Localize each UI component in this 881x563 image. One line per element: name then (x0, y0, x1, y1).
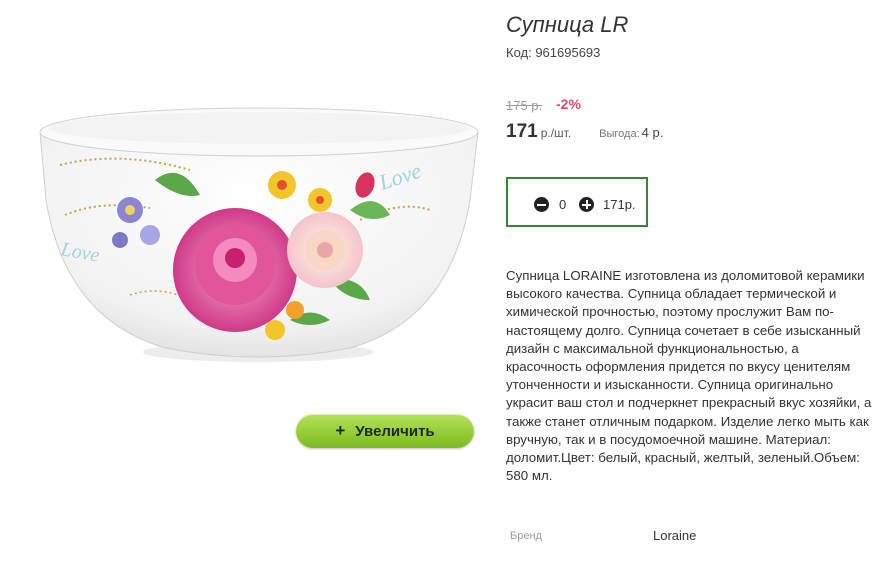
product-code: Код: 961695693 (506, 45, 601, 60)
current-price: 171 (506, 121, 538, 142)
savings-label: Выгода: (599, 128, 640, 140)
brand-label: Бренд (510, 530, 542, 542)
product-title: Супница LR (506, 12, 629, 37)
discount-badge: -2% (556, 96, 581, 112)
quantity-control: 0 171р. (506, 177, 648, 227)
quantity-value: 0 (559, 197, 567, 212)
price-unit: р./шт. (540, 126, 572, 140)
product-description: Супница LORAINE изготовлена из доломитов… (506, 268, 872, 484)
quantity-total: 171р. (603, 197, 636, 212)
plus-circle-icon[interactable] (579, 197, 594, 212)
brand-value: Loraine (653, 528, 697, 543)
zoom-button-label: Увеличить (355, 422, 435, 440)
plus-icon: + (335, 421, 346, 440)
zoom-button[interactable]: + Увеличить (296, 414, 474, 448)
savings-value: 4 р. (641, 125, 664, 140)
price-row: 171 р./шт. Выгода: 4 р. (506, 121, 663, 143)
product-image-area: Love Love + Увеличить (0, 0, 490, 470)
product-image[interactable]: Love Love (30, 90, 490, 380)
minus-icon[interactable] (534, 197, 549, 212)
old-price: 175 р. (506, 98, 543, 113)
